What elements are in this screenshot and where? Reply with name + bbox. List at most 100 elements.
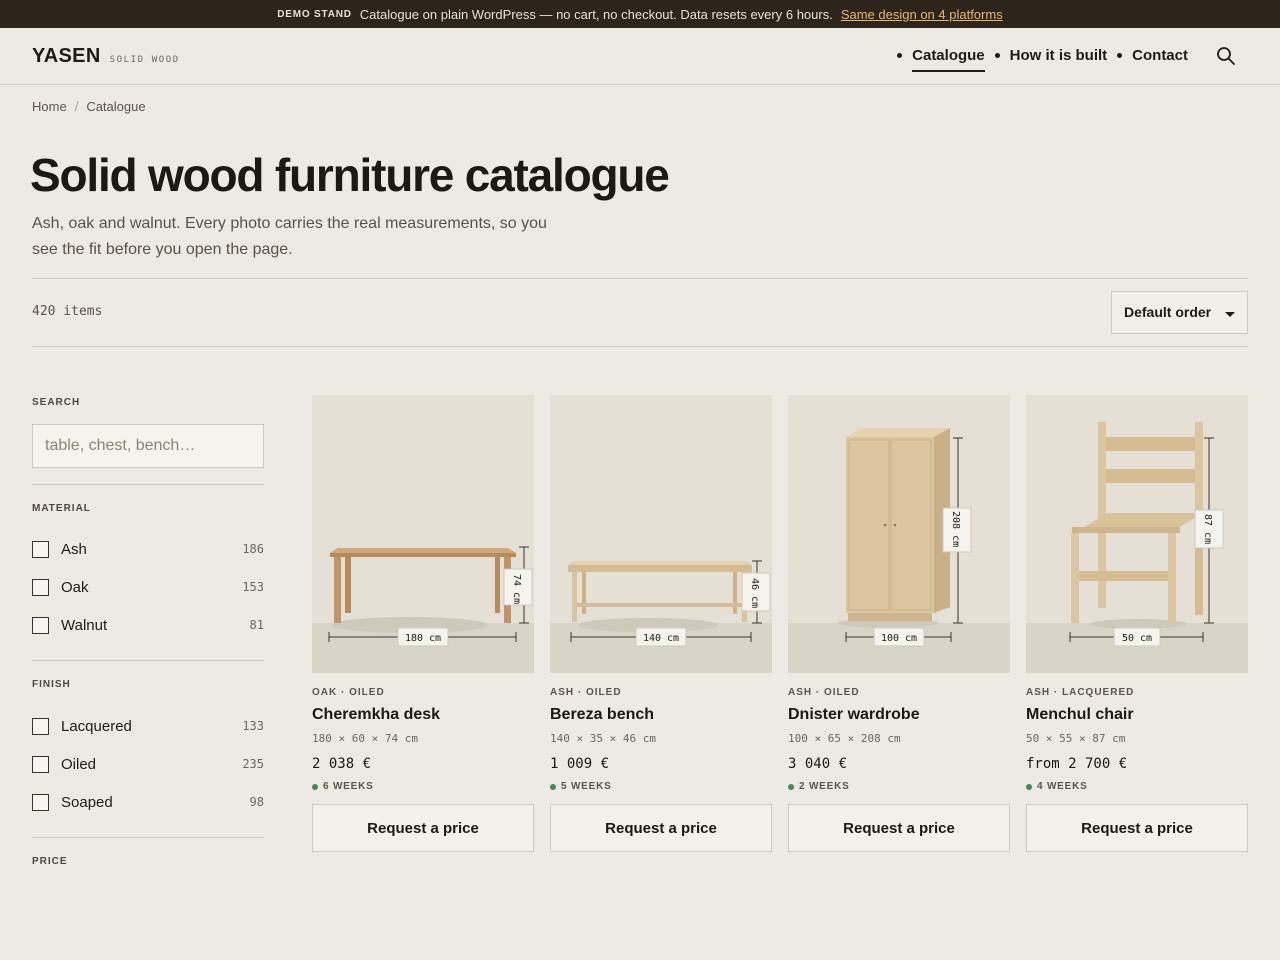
product-card[interactable]: 140 cm 46 cm ASH · OILED Bereza bench 14… bbox=[550, 395, 772, 853]
product-name[interactable]: Bereza bench bbox=[550, 706, 654, 724]
availability-dot-icon bbox=[312, 783, 318, 790]
platforms-link[interactable]: Same design on 4 platforms bbox=[841, 7, 1003, 22]
lead-time: 5 WEEKS bbox=[550, 781, 612, 792]
checkbox[interactable] bbox=[32, 616, 49, 634]
request-price-button[interactable]: Request a price bbox=[1026, 804, 1248, 852]
product-dimensions: 50 × 55 × 87 cm bbox=[1026, 732, 1126, 745]
filter-count: 81 bbox=[249, 618, 264, 632]
logo[interactable]: YASEN SOLID WOOD bbox=[32, 45, 180, 68]
lead-time: 4 WEEKS bbox=[1026, 781, 1088, 792]
height-tag: 87 cm bbox=[1202, 514, 1213, 544]
site-header: YASEN SOLID WOOD Catalogue How it is bui… bbox=[0, 28, 1280, 85]
breadcrumb-home[interactable]: Home bbox=[32, 99, 67, 114]
product-name[interactable]: Cheremkha desk bbox=[312, 706, 440, 724]
product-material: ASH · OILED bbox=[788, 687, 860, 698]
search-label: SEARCH bbox=[32, 397, 81, 408]
height-tag: 74 cm bbox=[511, 574, 522, 604]
width-tag: 50 cm bbox=[1122, 633, 1152, 644]
filter-finish-soaped[interactable]: Soaped 98 bbox=[32, 792, 264, 812]
nav-how-it-is-built[interactable]: How it is built bbox=[1010, 47, 1108, 70]
product-card[interactable]: 100 cm 208 cm ASH · OILED Dnister wardro… bbox=[788, 395, 1010, 853]
product-image[interactable]: 140 cm 46 cm bbox=[550, 395, 772, 673]
product-image[interactable]: 50 cm 87 cm bbox=[1026, 395, 1248, 673]
filter-count: 186 bbox=[242, 542, 264, 556]
divider bbox=[32, 660, 264, 661]
demo-badge: DEMO STAND bbox=[277, 8, 352, 20]
logo-wordmark: YASEN bbox=[32, 45, 101, 67]
filter-label: Oak bbox=[61, 578, 89, 596]
material-label: MATERIAL bbox=[32, 503, 91, 514]
finish-label: FINISH bbox=[32, 679, 71, 690]
filter-label: Oiled bbox=[61, 755, 97, 773]
request-price-button[interactable]: Request a price bbox=[312, 804, 534, 852]
availability-dot-icon bbox=[1026, 783, 1032, 790]
nav-bullet bbox=[897, 53, 903, 58]
lead-time: 6 WEEKS bbox=[312, 781, 374, 792]
product-image[interactable]: 180 cm 74 cm bbox=[312, 395, 534, 673]
request-price-button[interactable]: Request a price bbox=[788, 804, 1010, 852]
checkbox[interactable] bbox=[32, 755, 49, 773]
divider bbox=[32, 484, 264, 485]
product-dimensions: 100 × 65 × 208 cm bbox=[788, 732, 901, 745]
nav-contact[interactable]: Contact bbox=[1132, 47, 1188, 70]
breadcrumb: Home / Catalogue bbox=[32, 99, 146, 114]
filter-material-walnut[interactable]: Walnut 81 bbox=[32, 615, 264, 635]
width-tag: 100 cm bbox=[881, 633, 917, 644]
checkbox[interactable] bbox=[32, 793, 49, 811]
filter-count: 153 bbox=[242, 580, 264, 594]
lead-time-label: 5 WEEKS bbox=[561, 781, 612, 792]
divider bbox=[32, 837, 264, 838]
product-price: from 2 700 € bbox=[1026, 756, 1128, 772]
divider bbox=[32, 346, 1248, 347]
product-material: OAK · OILED bbox=[312, 687, 385, 698]
sort-select[interactable]: Default order bbox=[1111, 291, 1248, 334]
demo-banner: DEMO STAND Catalogue on plain WordPress … bbox=[0, 0, 1280, 28]
product-card[interactable]: 180 cm 74 cm OAK · OILED Cheremkha desk … bbox=[312, 395, 534, 853]
product-price: 3 040 € bbox=[788, 756, 848, 772]
breadcrumb-separator: / bbox=[74, 99, 79, 114]
sort-value: Default order bbox=[1124, 304, 1212, 320]
lead-time-label: 2 WEEKS bbox=[799, 781, 850, 792]
lead-time: 2 WEEKS bbox=[788, 781, 850, 792]
availability-dot-icon bbox=[788, 783, 794, 790]
filter-material-oak[interactable]: Oak 153 bbox=[32, 577, 264, 597]
product-image[interactable]: 100 cm 208 cm bbox=[788, 395, 1010, 673]
filter-label: Soaped bbox=[61, 793, 113, 811]
main-nav: Catalogue How it is built Contact bbox=[897, 47, 1188, 72]
filter-label: Ash bbox=[61, 540, 87, 558]
product-name[interactable]: Menchul chair bbox=[1026, 706, 1134, 724]
search-input[interactable] bbox=[32, 424, 264, 468]
filter-material-ash[interactable]: Ash 186 bbox=[32, 539, 264, 559]
lead-time-label: 6 WEEKS bbox=[323, 781, 374, 792]
availability-dot-icon bbox=[550, 783, 556, 790]
checkbox[interactable] bbox=[32, 540, 49, 558]
product-name[interactable]: Dnister wardrobe bbox=[788, 706, 920, 724]
height-tag: 46 cm bbox=[749, 578, 760, 608]
product-price: 2 038 € bbox=[312, 756, 372, 772]
nav-bullet bbox=[1117, 53, 1123, 58]
product-dimensions: 180 × 60 × 74 cm bbox=[312, 732, 418, 745]
filter-label: Walnut bbox=[61, 616, 108, 634]
page-subtitle: Ash, oak and walnut. Every photo carries… bbox=[32, 215, 547, 258]
product-price: 1 009 € bbox=[550, 756, 610, 772]
filter-count: 133 bbox=[242, 719, 264, 733]
product-material: ASH · OILED bbox=[550, 687, 622, 698]
request-price-button[interactable]: Request a price bbox=[550, 804, 772, 852]
demo-message: Catalogue on plain WordPress — no cart, … bbox=[359, 6, 833, 22]
filter-label: Lacquered bbox=[61, 717, 132, 735]
nav-catalogue[interactable]: Catalogue bbox=[912, 47, 985, 72]
logo-tagline: SOLID WOOD bbox=[109, 55, 180, 65]
width-tag: 180 cm bbox=[405, 633, 441, 644]
search-icon[interactable] bbox=[1216, 46, 1236, 66]
nav-bullet bbox=[994, 53, 1000, 58]
checkbox[interactable] bbox=[32, 578, 49, 596]
caret-down-icon bbox=[1225, 312, 1235, 317]
filter-finish-lacquered[interactable]: Lacquered 133 bbox=[32, 716, 264, 736]
checkbox[interactable] bbox=[32, 717, 49, 735]
filter-finish-oiled[interactable]: Oiled 235 bbox=[32, 754, 264, 774]
product-material: ASH · LACQUERED bbox=[1026, 687, 1135, 698]
product-dimensions: 140 × 35 × 46 cm bbox=[550, 732, 656, 745]
product-card[interactable]: 50 cm 87 cm ASH · LACQUERED Menchul chai… bbox=[1026, 395, 1248, 853]
filter-count: 235 bbox=[242, 757, 264, 771]
item-count: 420 items bbox=[32, 304, 103, 319]
